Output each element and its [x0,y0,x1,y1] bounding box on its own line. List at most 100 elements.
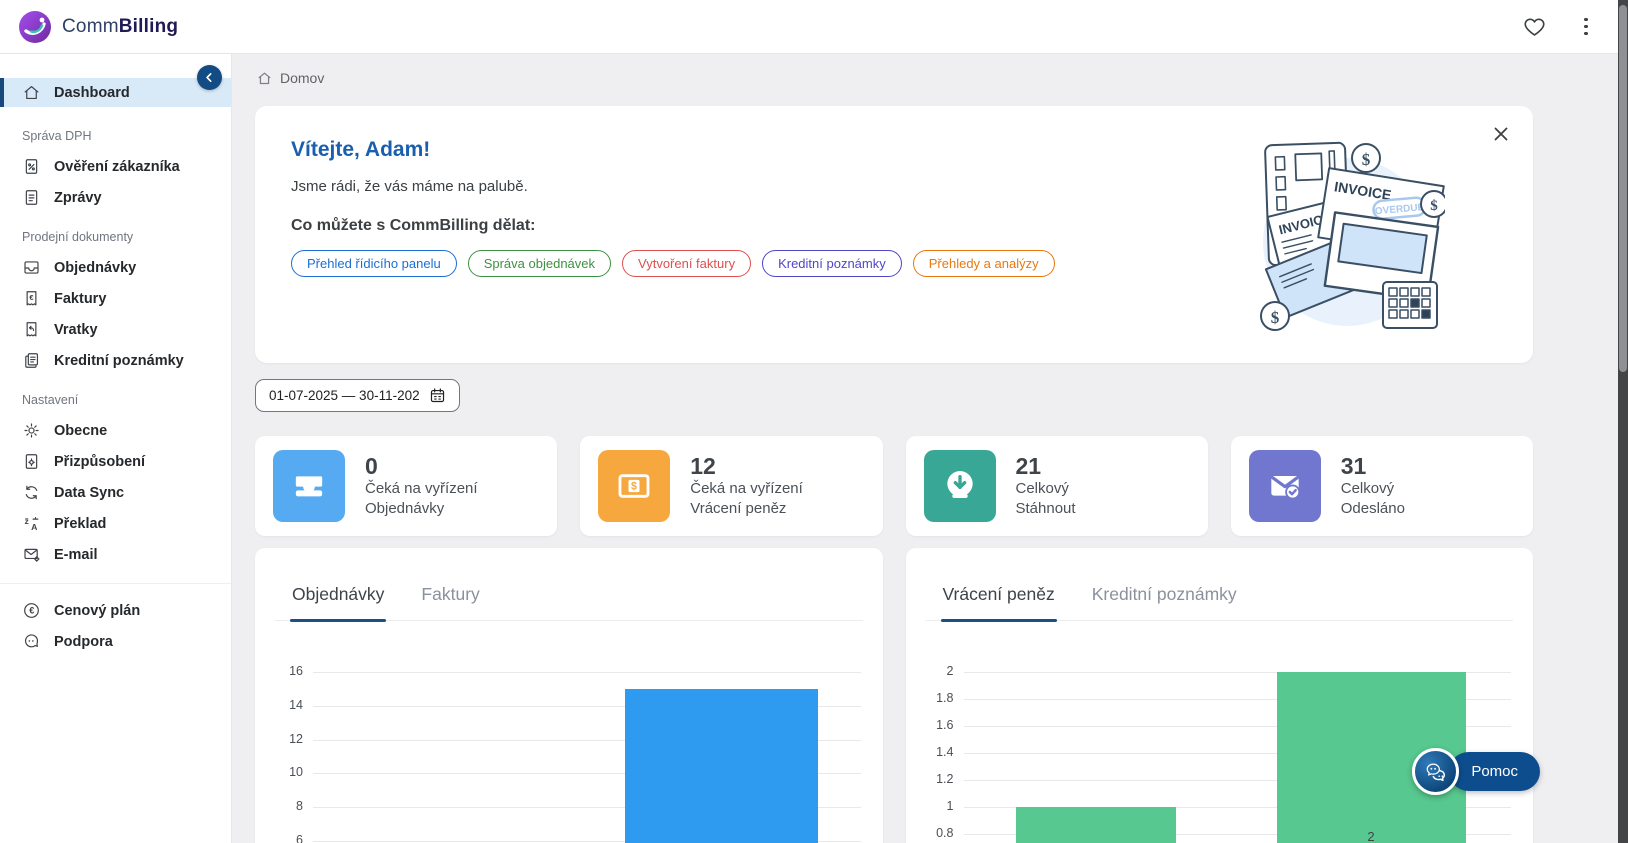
receipt-euro-icon: € [22,289,41,308]
sidebar-item-cenov-pl-n[interactable]: €Cenový plán [0,596,231,625]
stat-label-line2: Vrácení peněz [690,499,803,519]
sidebar-item-label: Vratky [54,322,98,338]
y-axis-tick: 1.2 [914,772,954,786]
breadcrumb-label: Domov [280,70,324,86]
sidebar-item-data-sync[interactable]: Data Sync [0,478,231,507]
y-axis-tick: 14 [263,698,303,712]
calendar-icon [429,387,446,404]
chat-bubbles-icon [1412,748,1459,795]
orders-chart-card: ObjednávkyFaktury1614121086420 [255,548,883,843]
welcome-card: Vítejte, Adam! Jsme rádi, že vás máme na… [255,106,1533,363]
sidebar-item-objedn-vky[interactable]: Objednávky [0,253,231,282]
sidebar-item-e-mail[interactable]: E-mail [0,540,231,569]
sidebar-item-label: Dashboard [54,85,130,101]
tab-objedn-vky[interactable]: Objednávky [290,584,386,620]
favorites-button[interactable] [1519,12,1550,41]
sidebar-item-podpora[interactable]: Podpora [0,627,231,656]
y-axis-tick: 10 [263,765,303,779]
svg-text:A: A [31,522,38,532]
stat-text: 12Čeká na vyřízeníVrácení peněz [690,454,803,519]
sidebar-item-label: Podpora [54,634,113,650]
topbar-actions [1519,12,1610,41]
stat-label-line2: Objednávky [365,499,478,519]
bill-stat-icon: $ [598,450,670,522]
y-axis-tick: 2 [914,664,954,678]
close-icon [1493,126,1509,142]
feature-tag-p-ehled-dic-ho-panelu[interactable]: Přehled řídicího panelu [291,250,457,277]
y-axis-tick: 0.8 [914,826,954,840]
stat-value: 12 [690,454,803,479]
chart-bar[interactable] [625,689,818,843]
welcome-close-button[interactable] [1489,122,1513,146]
sidebar-section-title: Prodejní dokumenty [0,214,231,251]
sidebar-item-dashboard[interactable]: Dashboard [0,78,231,107]
scrollbar-thumb[interactable] [1619,5,1627,372]
sidebar-item-label: Překlad [54,516,106,532]
tab-vr-cen-pen-z[interactable]: Vrácení peněz [941,584,1057,620]
sidebar-item-obecne[interactable]: Obecne [0,416,231,445]
chart-gridline [313,672,861,673]
stat-value: 31 [1341,454,1405,479]
mail-stat-icon [1249,450,1321,522]
brand-comm: Comm [62,16,119,37]
feature-tag-kreditn-pozn-mky[interactable]: Kreditní poznámky [762,250,902,277]
doc-gear-icon [22,452,41,471]
brand-name: CommBilling [62,16,178,38]
receipt-return-icon [22,320,41,339]
sidebar-item-label: Objednávky [54,260,136,276]
breadcrumb[interactable]: Domov [257,70,1533,86]
more-options-button[interactable] [1576,14,1596,40]
sidebar-item-vratky[interactable]: Vratky [0,315,231,344]
support-icon [22,632,41,651]
sidebar-item-label: Data Sync [54,485,124,501]
feature-tag-p-ehledy-a-anal-zy[interactable]: Přehledy a analýzy [913,250,1055,277]
date-range-picker[interactable]: 01-07-2025 — 30-11-202 [255,379,460,412]
help-label: Pomoc [1449,752,1540,791]
sidebar: DashboardSpráva DPHOvěření zákazníkaZprá… [0,54,232,843]
stat-label-line1: Celkový [1341,479,1405,499]
svg-text:$: $ [1430,198,1438,214]
invoices-illustration: $ INVOIC INVOICE OVERDUE [1245,124,1445,349]
sync-icon [22,483,41,502]
main-content: Domov Vítejte, Adam! Jsme rádi, že vás m… [232,54,1628,843]
sidebar-item-ov-en-z-kazn-ka[interactable]: Ověření zákazníka [0,152,231,181]
brand: CommBilling [18,10,178,44]
help-button[interactable]: Pomoc [1412,748,1540,795]
stat-label-line1: Celkový [1016,479,1076,499]
chart-tabs: Vrácení peněz Kreditní poznámky [926,584,1514,621]
tab-faktury[interactable]: Faktury [419,584,481,620]
sidebar-item-label: Faktury [54,291,106,307]
stat-card-st-hnout: 21CelkovýStáhnout [906,436,1208,536]
svg-text:ž: ž [25,516,30,526]
brand-billing: Billing [119,16,178,37]
sidebar-item-label: Kreditní poznámky [54,353,184,369]
sidebar-item-zpr-vy[interactable]: Zprávy [0,183,231,212]
sidebar-item-p-eklad[interactable]: žA Překlad [0,509,231,538]
doc-percent-icon [22,157,41,176]
feature-tag-spr-va-objedn-vek[interactable]: Správa objednávek [468,250,611,277]
doc-lines-icon [22,188,41,207]
stat-label-line2: Odesláno [1341,499,1405,519]
translate-icon: žA [22,514,41,533]
svg-text:$: $ [631,480,637,492]
chart-bar[interactable] [1016,807,1176,843]
svg-text:€: € [29,293,34,302]
sidebar-item-p-izp-soben-[interactable]: Přizpůsobení [0,447,231,476]
sidebar-item-kreditn-pozn-mky[interactable]: Kreditní poznámky [0,346,231,375]
sidebar-item-faktury[interactable]: € Faktury [0,284,231,313]
chevron-left-icon [203,71,216,84]
stat-label-line1: Čeká na vyřízení [365,479,478,499]
feature-tag-vytvo-en-faktury[interactable]: Vytvoření faktury [622,250,751,277]
sidebar-item-label: Zprávy [54,190,102,206]
stat-text: 31CelkovýOdesláno [1341,454,1405,519]
tab-kreditn-pozn-mky[interactable]: Kreditní poznámky [1090,584,1239,620]
mail-gear-icon [22,545,41,564]
y-axis-tick: 16 [263,664,303,678]
sidebar-section-title: Nastavení [0,377,231,414]
sidebar-collapse-button[interactable] [197,65,222,90]
svg-text:€: € [29,606,34,616]
stat-text: 0Čeká na vyřízeníObjednávky [365,454,478,519]
notes-icon [22,351,41,370]
chart-tabs: Objednávky Faktury [275,584,863,621]
page-scrollbar[interactable] [1618,0,1628,843]
